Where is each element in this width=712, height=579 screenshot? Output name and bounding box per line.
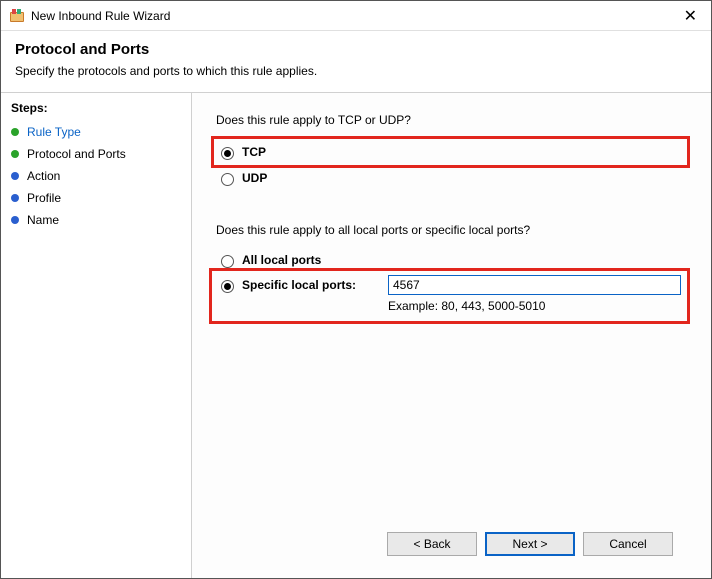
app-icon bbox=[9, 8, 25, 24]
radio-all-ports[interactable] bbox=[221, 255, 234, 268]
close-icon[interactable]: ✕ bbox=[678, 6, 703, 26]
ports-example: Example: 80, 443, 5000-5010 bbox=[388, 299, 545, 313]
question-ports: Does this rule apply to all local ports … bbox=[216, 223, 687, 237]
page-subtitle: Specify the protocols and ports to which… bbox=[15, 64, 697, 78]
page-title: Protocol and Ports bbox=[15, 41, 697, 58]
bullet-icon bbox=[11, 216, 19, 224]
radio-tcp[interactable] bbox=[221, 147, 234, 160]
bullet-icon bbox=[11, 150, 19, 158]
step-label: Name bbox=[27, 213, 59, 227]
window-title: New Inbound Rule Wizard bbox=[31, 9, 678, 23]
radio-all-ports-label: All local ports bbox=[242, 253, 321, 267]
bullet-icon bbox=[11, 128, 19, 136]
steps-heading: Steps: bbox=[11, 99, 181, 121]
radio-specific-ports-label: Specific local ports: bbox=[242, 278, 356, 292]
next-button[interactable]: Next > bbox=[485, 532, 575, 556]
main-panel: Does this rule apply to TCP or UDP? TCP … bbox=[191, 93, 711, 578]
step-label: Action bbox=[27, 169, 60, 183]
step-rule-type[interactable]: Rule Type bbox=[11, 121, 181, 143]
wizard-body: Steps: Rule Type Protocol and Ports Acti… bbox=[1, 92, 711, 578]
back-button[interactable]: < Back bbox=[387, 532, 477, 556]
highlight-tcp: TCP bbox=[214, 139, 687, 165]
radio-udp-row[interactable]: UDP bbox=[216, 167, 687, 189]
step-label: Profile bbox=[27, 191, 61, 205]
radio-specific-ports[interactable] bbox=[221, 280, 234, 293]
radio-udp-label: UDP bbox=[242, 171, 267, 185]
ports-example-row: Example: 80, 443, 5000-5010 bbox=[216, 295, 681, 313]
titlebar: New Inbound Rule Wizard ✕ bbox=[1, 1, 711, 31]
radio-specific-ports-row: Specific local ports: bbox=[216, 275, 681, 295]
question-protocol: Does this rule apply to TCP or UDP? bbox=[216, 113, 687, 127]
radio-udp[interactable] bbox=[221, 173, 234, 186]
step-profile[interactable]: Profile bbox=[11, 187, 181, 209]
specific-ports-input[interactable] bbox=[388, 275, 681, 295]
bullet-icon bbox=[11, 194, 19, 202]
radio-tcp-label: TCP bbox=[242, 145, 266, 159]
wizard-header: Protocol and Ports Specify the protocols… bbox=[1, 31, 711, 92]
highlight-specific-ports: Specific local ports: Example: 80, 443, … bbox=[212, 271, 687, 321]
wizard-footer: < Back Next > Cancel bbox=[216, 522, 687, 566]
bullet-icon bbox=[11, 172, 19, 180]
step-label: Rule Type bbox=[27, 125, 81, 139]
cancel-button[interactable]: Cancel bbox=[583, 532, 673, 556]
radio-all-ports-row[interactable]: All local ports bbox=[216, 249, 687, 271]
step-protocol-and-ports[interactable]: Protocol and Ports bbox=[11, 143, 181, 165]
step-name[interactable]: Name bbox=[11, 209, 181, 231]
step-action[interactable]: Action bbox=[11, 165, 181, 187]
radio-tcp-row[interactable]: TCP bbox=[216, 141, 647, 163]
step-label: Protocol and Ports bbox=[27, 147, 126, 161]
steps-sidebar: Steps: Rule Type Protocol and Ports Acti… bbox=[1, 93, 191, 578]
